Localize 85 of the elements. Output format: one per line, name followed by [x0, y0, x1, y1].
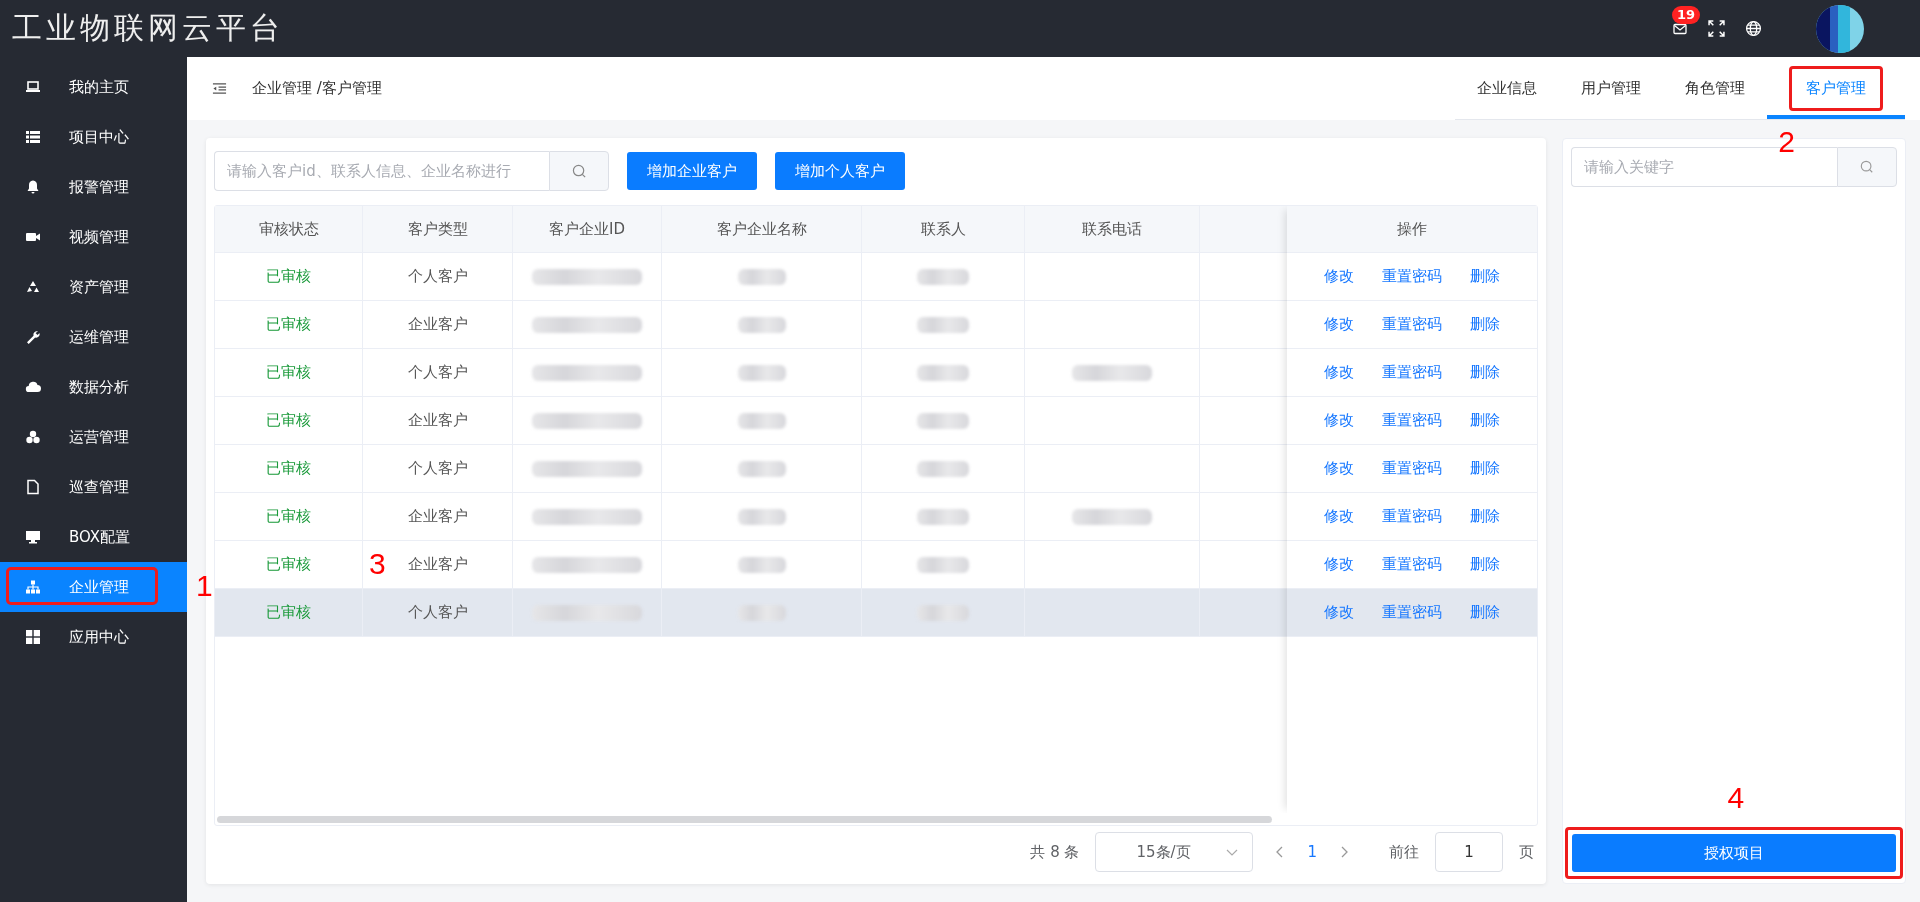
table-row[interactable]: 已审核 个人客户 [215, 445, 1287, 493]
column-header: 审核状态 [215, 206, 363, 252]
sidebar-item[interactable]: 巡查管理 [0, 462, 187, 512]
action-link[interactable]: 删除 [1470, 603, 1500, 622]
action-link[interactable]: 重置密码 [1382, 363, 1442, 382]
table-row[interactable]: 已审核 企业客户 [215, 493, 1287, 541]
action-link[interactable]: 删除 [1470, 411, 1500, 430]
table-cell: 已审核 [215, 253, 363, 300]
action-link[interactable]: 修改 [1324, 315, 1354, 334]
page-input[interactable]: 1 [1435, 832, 1503, 872]
sidebar-item[interactable]: BOX配置 [0, 512, 187, 562]
table-cell: 企业客户 [407, 315, 468, 334]
table-row[interactable]: 已审核 个人客户 [215, 589, 1287, 637]
table-cell: 企业客户 [407, 411, 468, 430]
sidebar-item[interactable]: 运维管理 [0, 312, 187, 362]
action-link[interactable]: 重置密码 [1382, 459, 1442, 478]
table-cell: 个人客户 [407, 459, 468, 478]
search-field[interactable]: 请输入客户id、联系人信息、企业名称进行 [214, 151, 549, 191]
sidebar-item[interactable]: 项目中心 [0, 112, 187, 162]
action-link[interactable]: 修改 [1324, 603, 1354, 622]
breadcrumb: 企业管理 /客户管理 [252, 79, 382, 98]
add-customer-button[interactable]: 增加个人客户 [775, 152, 905, 190]
sidebar-item[interactable]: 报警管理 [0, 162, 187, 212]
tab[interactable]: 用户管理 [1559, 57, 1663, 119]
column-header: 联系电话 [1025, 206, 1200, 252]
sidebar-item[interactable]: 应用中心 [0, 612, 187, 662]
table-cell: 已审核 [215, 493, 363, 540]
action-link[interactable]: 删除 [1470, 267, 1500, 286]
action-link[interactable]: 修改 [1324, 555, 1354, 574]
table-cell: 企业客户 [407, 555, 468, 574]
table-cell: 个人客户 [407, 603, 468, 622]
sidebar-item[interactable]: 运营管理 [0, 412, 187, 462]
page-number[interactable]: 1 [1307, 843, 1317, 861]
callout-number: 4 [1727, 783, 1745, 813]
column-header: 客户企业名称 [662, 206, 862, 252]
table-cell: 已审核 [215, 397, 363, 444]
page-unit: 页 [1519, 842, 1534, 862]
total-count: 共 8 条 [1030, 842, 1080, 862]
table-row[interactable]: 已审核 3 企业客户 [215, 541, 1287, 589]
notification-badge: 19 [1672, 5, 1701, 24]
column-header: 联系人 [862, 206, 1025, 252]
table-row[interactable]: 已审核 个人客户 [215, 253, 1287, 301]
table-cell: 企业客户 [407, 507, 468, 526]
action-link[interactable]: 修改 [1324, 507, 1354, 526]
goto-label: 前往 [1389, 842, 1419, 862]
app-title: 工业物联网云平台 [12, 9, 284, 47]
sidebar-item[interactable]: 视频管理 [0, 212, 187, 262]
action-link[interactable]: 修改 [1324, 459, 1354, 478]
tab[interactable]: 角色管理 [1663, 57, 1767, 119]
add-customer-button[interactable]: 增加企业客户 [627, 152, 757, 190]
action-link[interactable]: 重置密码 [1382, 411, 1442, 430]
table-row[interactable]: 已审核 个人客户 [215, 349, 1287, 397]
action-link[interactable]: 重置密码 [1382, 555, 1442, 574]
action-link[interactable]: 修改 [1324, 267, 1354, 286]
action-link[interactable]: 修改 [1324, 363, 1354, 382]
action-link[interactable]: 重置密码 [1382, 267, 1442, 286]
action-link[interactable]: 重置密码 [1382, 603, 1442, 622]
table-cell: 已审核 [215, 301, 363, 348]
table-cell: 已审核 [215, 589, 363, 636]
action-link[interactable]: 重置密码 [1382, 507, 1442, 526]
table-cell: 已审核 [215, 541, 363, 588]
callout-number: 1 [196, 571, 213, 601]
table-cell: 个人客户 [407, 363, 468, 382]
table-row[interactable]: 已审核 企业客户 [215, 397, 1287, 445]
column-header: 客户企业ID [513, 206, 662, 252]
page-size-select[interactable]: 15条/页 [1095, 832, 1254, 872]
table-cell: 个人客户 [407, 267, 468, 286]
action-link[interactable]: 删除 [1470, 555, 1500, 574]
column-header: 客户类型 [363, 206, 513, 252]
action-link[interactable]: 删除 [1470, 315, 1500, 334]
action-link[interactable]: 删除 [1470, 507, 1500, 526]
sidebar-item[interactable]: 数据分析 [0, 362, 187, 412]
tab[interactable]: 企业信息 [1455, 57, 1559, 119]
action-link[interactable]: 重置密码 [1382, 315, 1442, 334]
sidebar-item[interactable]: 我的主页 [0, 62, 187, 112]
authorize-button[interactable]: 授权项目 [1572, 834, 1896, 872]
table-row[interactable]: 已审核 企业客户 [215, 301, 1287, 349]
action-link[interactable]: 删除 [1470, 363, 1500, 382]
table-cell: 已审核 [215, 445, 363, 492]
action-link[interactable]: 修改 [1324, 411, 1354, 430]
table-cell: 已审核 [215, 349, 363, 396]
sidebar-item[interactable]: 资产管理 [0, 262, 187, 312]
column-header: 操作 [1396, 218, 1428, 240]
action-link[interactable]: 删除 [1470, 459, 1500, 478]
callout-number: 3 [369, 549, 386, 579]
